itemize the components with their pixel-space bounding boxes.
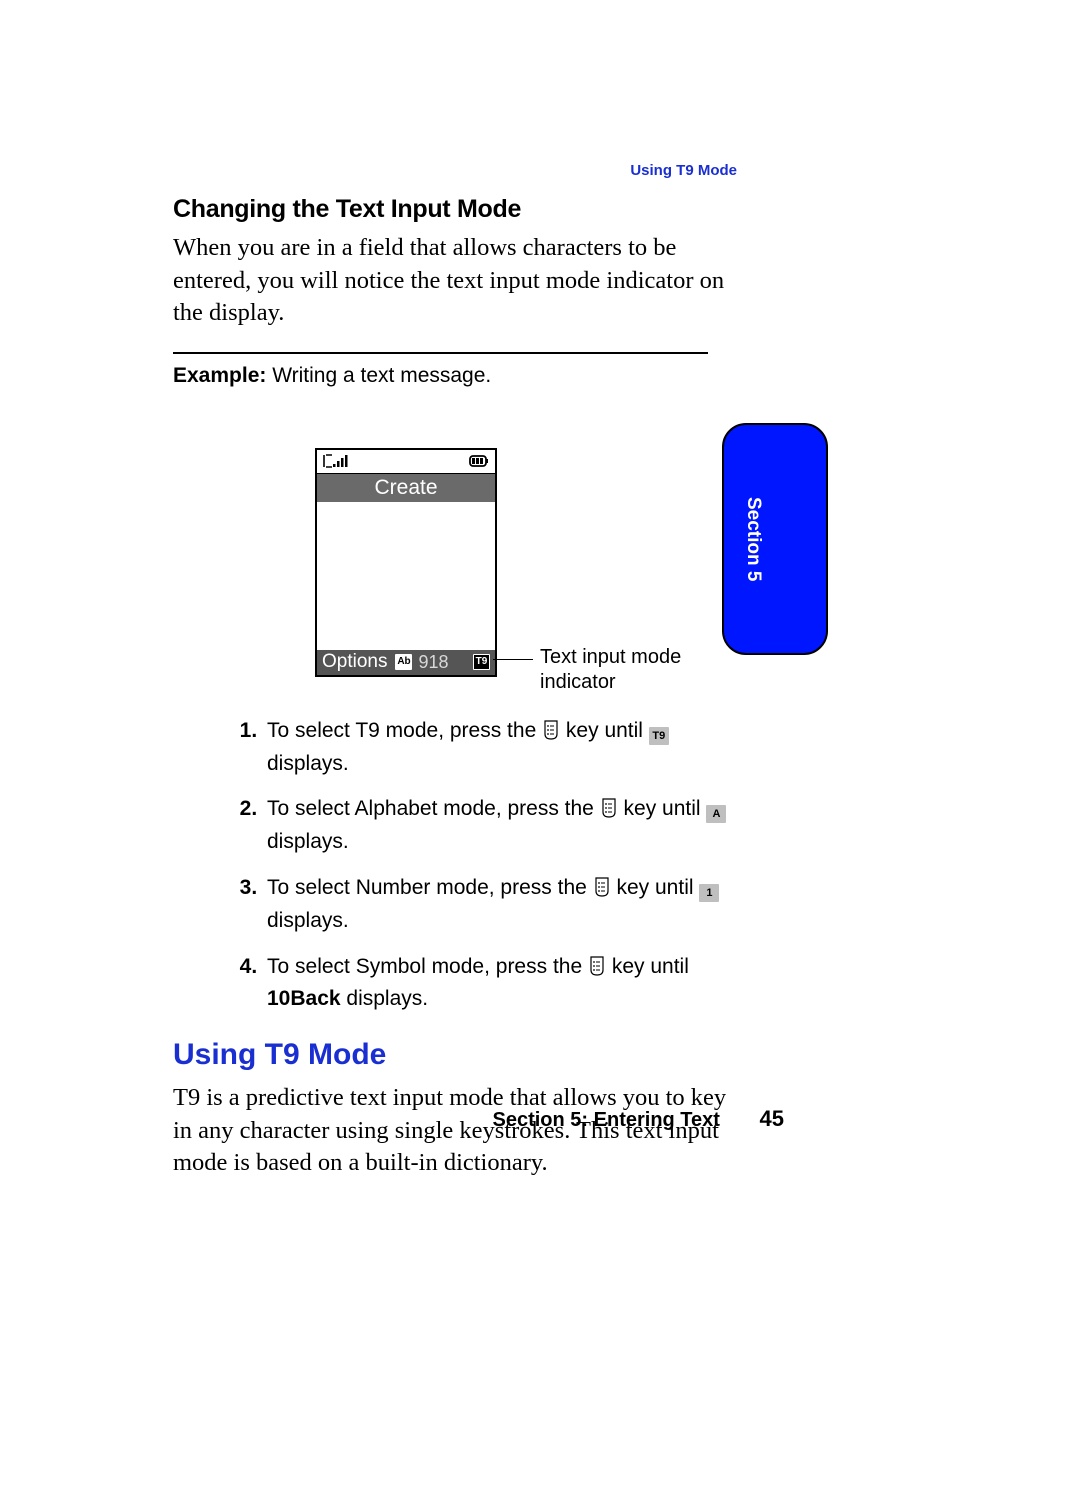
alpha-chip-icon: A bbox=[706, 805, 726, 823]
step-3: To select Number mode, press the key unt… bbox=[263, 873, 750, 936]
phone-status-bar bbox=[317, 450, 495, 474]
softkey-options: Options bbox=[322, 651, 387, 673]
example-line: Example: Writing a text message. bbox=[173, 364, 750, 388]
phone-title: Create bbox=[317, 474, 495, 502]
section-tab-label: Section 5 bbox=[742, 497, 764, 581]
example-text: Writing a text message. bbox=[266, 364, 491, 387]
footer-section-title: Section 5: Entering Text bbox=[493, 1109, 720, 1131]
section-tab: Section 5 bbox=[722, 423, 828, 655]
step-3-post: displays. bbox=[267, 909, 349, 932]
intro-paragraph: When you are in a field that allows char… bbox=[173, 232, 750, 330]
step-4-bold: 10Back bbox=[267, 987, 341, 1010]
divider bbox=[173, 352, 708, 354]
subheading-changing-mode: Changing the Text Input Mode bbox=[173, 195, 750, 224]
page-number: 45 bbox=[760, 1106, 784, 1132]
heading-using-t9: Using T9 Mode bbox=[173, 1038, 750, 1072]
step-2: To select Alphabet mode, press the key u… bbox=[263, 794, 750, 857]
manual-page: Using T9 Mode Changing the Text Input Mo… bbox=[0, 0, 1080, 1492]
step-2-pre: To select Alphabet mode, press the bbox=[267, 797, 600, 820]
step-3-pre: To select Number mode, press the bbox=[267, 876, 593, 899]
step-2-mid: key until bbox=[618, 797, 707, 820]
steps-list: To select T9 mode, press the key until T… bbox=[173, 716, 750, 1015]
step-3-mid: key until bbox=[611, 876, 700, 899]
step-1-post: displays. bbox=[267, 752, 349, 775]
running-header: Using T9 Mode bbox=[630, 162, 737, 179]
step-4: To select Symbol mode, press the key unt… bbox=[263, 952, 750, 1015]
ab-mode-icon: Ab bbox=[395, 654, 412, 670]
step-4-post: displays. bbox=[341, 987, 429, 1010]
step-4-mid: key until bbox=[606, 955, 689, 978]
phone-softkey-bar: Options Ab 918 T9 bbox=[317, 650, 495, 675]
step-1-mid: key until bbox=[560, 719, 649, 742]
callout-leader-line bbox=[493, 659, 533, 660]
number-chip-icon: 1 bbox=[699, 884, 719, 902]
char-count: 918 bbox=[418, 652, 448, 673]
phone-body bbox=[317, 502, 495, 650]
phone-figure: Create Options Ab 918 T9 Text input mode… bbox=[173, 448, 750, 698]
right-softkey-icon bbox=[593, 876, 611, 906]
battery-icon bbox=[468, 454, 490, 468]
t9-mode-icon: T9 bbox=[473, 654, 490, 670]
step-2-post: displays. bbox=[267, 830, 349, 853]
step-1: To select T9 mode, press the key until T… bbox=[263, 716, 750, 779]
right-softkey-icon bbox=[542, 719, 560, 749]
phone-screen: Create Options Ab 918 T9 bbox=[315, 448, 497, 677]
callout-text: Text input mode indicator bbox=[540, 645, 720, 695]
step-1-pre: To select T9 mode, press the bbox=[267, 719, 542, 742]
t9-chip-icon: T9 bbox=[649, 727, 669, 745]
page-footer: Section 5: Entering Text 45 bbox=[493, 1106, 785, 1132]
content-column: Changing the Text Input Mode When you ar… bbox=[173, 195, 750, 1180]
right-softkey-icon bbox=[588, 955, 606, 985]
example-label: Example: bbox=[173, 364, 266, 387]
step-4-pre: To select Symbol mode, press the bbox=[267, 955, 588, 978]
right-softkey-icon bbox=[600, 797, 618, 827]
signal-icon bbox=[322, 453, 350, 469]
